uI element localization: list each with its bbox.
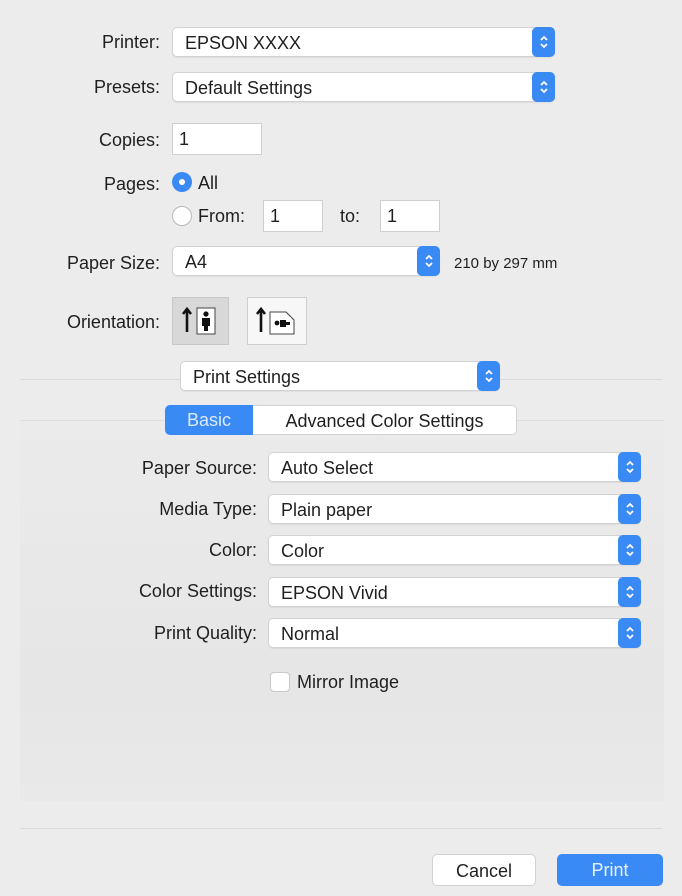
pages-from-field[interactable]: 1 — [263, 200, 323, 232]
mirror-image-checkbox[interactable] — [270, 672, 290, 692]
pages-label: Pages: — [103, 174, 160, 194]
pages-from-radio[interactable] — [172, 206, 192, 226]
updown-arrows-icon — [618, 577, 641, 607]
updown-arrows-icon — [618, 535, 641, 565]
paper-size-value: A4 — [185, 252, 208, 272]
color-settings-label: Color Settings: — [138, 581, 257, 601]
media-type-value: Plain paper — [281, 500, 373, 520]
portrait-icon — [181, 306, 216, 335]
presets-popup[interactable]: Default Settings — [172, 72, 555, 102]
print-quality-value: Normal — [281, 624, 340, 644]
color-settings-value: EPSON Vivid — [281, 583, 388, 603]
color-popup[interactable]: Color — [268, 535, 641, 565]
presets-value: Default Settings — [185, 78, 313, 98]
print-settings-popup[interactable]: Print Settings — [180, 361, 500, 391]
pages-all-radio[interactable] — [172, 172, 192, 192]
paper-size-label: Paper Size: — [66, 253, 160, 273]
media-type-label: Media Type: — [159, 499, 257, 519]
landscape-icon — [255, 306, 295, 335]
print-settings-value: Print Settings — [193, 367, 301, 387]
updown-arrows-icon — [618, 494, 641, 524]
media-type-popup[interactable]: Plain paper — [268, 494, 641, 524]
orientation-label: Orientation: — [66, 312, 160, 332]
pages-to-label: to: — [340, 206, 361, 226]
color-label: Color: — [208, 540, 257, 560]
presets-label: Presets: — [93, 77, 160, 97]
paper-dimensions: 210 by 297 mm — [454, 255, 558, 272]
tab-advanced-color-settings[interactable]: Advanced Color Settings — [253, 405, 517, 435]
divider — [20, 828, 662, 829]
color-value: Color — [281, 541, 325, 561]
updown-arrows-icon — [477, 361, 500, 391]
cancel-button[interactable]: Cancel — [432, 854, 536, 886]
copies-label: Copies: — [98, 130, 160, 150]
print-button[interactable]: Print — [557, 854, 663, 886]
updown-arrows-icon — [618, 452, 641, 482]
color-settings-popup[interactable]: EPSON Vivid — [268, 577, 641, 607]
updown-arrows-icon — [618, 618, 641, 648]
updown-arrows-icon — [532, 72, 555, 102]
updown-arrows-icon — [532, 27, 555, 57]
tab-basic[interactable]: Basic — [165, 405, 253, 435]
pages-from-label: From: — [198, 206, 245, 226]
printer-value: EPSON XXXX — [185, 33, 302, 53]
paper-source-label: Paper Source: — [141, 458, 257, 478]
printer-label: Printer: — [101, 32, 160, 52]
landscape-orientation-button[interactable] — [247, 297, 307, 345]
paper-size-popup[interactable]: A4 — [172, 246, 440, 276]
paper-source-value: Auto Select — [281, 458, 374, 478]
print-quality-popup[interactable]: Normal — [268, 618, 641, 648]
mirror-image-label: Mirror Image — [297, 672, 400, 692]
copies-field[interactable]: 1 — [172, 123, 262, 155]
print-quality-label: Print Quality: — [153, 623, 257, 643]
portrait-orientation-button[interactable] — [172, 297, 229, 345]
printer-popup[interactable]: EPSON XXXX — [172, 27, 555, 57]
paper-source-popup[interactable]: Auto Select — [268, 452, 641, 482]
pages-all-label: All — [198, 173, 219, 193]
pages-to-field[interactable]: 1 — [380, 200, 440, 232]
updown-arrows-icon — [417, 246, 440, 276]
